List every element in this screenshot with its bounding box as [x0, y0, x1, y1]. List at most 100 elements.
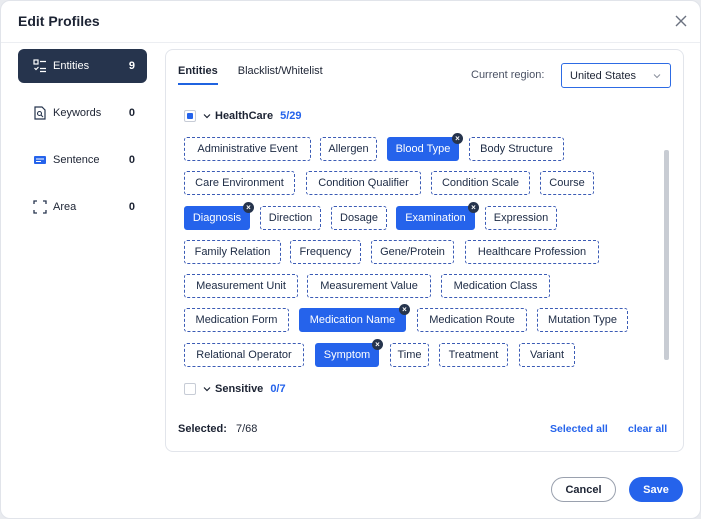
- chip-row: Medication Form Medication Name × Medicat…: [184, 304, 644, 342]
- chip-variant[interactable]: Variant: [519, 342, 575, 367]
- chip-label: Measurement Value: [320, 280, 418, 293]
- group-count: 5/29: [280, 110, 302, 122]
- select-all-link[interactable]: Selected all: [550, 423, 608, 435]
- chip-medication-name[interactable]: Medication Name ×: [299, 304, 410, 333]
- chip-label: Family Relation: [194, 245, 271, 258]
- area-icon: [32, 199, 48, 215]
- chip-measurement-unit[interactable]: Measurement Unit: [184, 274, 298, 299]
- cancel-button[interactable]: Cancel: [551, 477, 616, 502]
- chip-expression[interactable]: Expression: [485, 205, 557, 230]
- chip-frequency[interactable]: Frequency: [290, 239, 361, 264]
- chip-blood-type[interactable]: Blood Type ×: [387, 133, 463, 161]
- chip-label: Direction: [268, 211, 313, 224]
- chip-label: Expression: [493, 211, 549, 224]
- sidebar-item-entities[interactable]: Entities 9: [18, 49, 147, 83]
- clear-all-link[interactable]: clear all: [628, 423, 667, 435]
- remove-icon[interactable]: ×: [452, 133, 463, 144]
- chip-gene-protein[interactable]: Gene/Protein: [371, 239, 454, 264]
- chip-healthcare-profession[interactable]: Healthcare Profession: [465, 239, 599, 264]
- sidebar-item-area[interactable]: Area 0: [18, 190, 147, 224]
- selected-summary: Selected: 7/68: [178, 423, 257, 435]
- chip-label: Condition Scale: [441, 177, 520, 190]
- remove-icon[interactable]: ×: [243, 201, 254, 213]
- chip-treatment[interactable]: Treatment: [439, 342, 508, 367]
- chip-family-relation[interactable]: Family Relation: [184, 239, 281, 264]
- keywords-icon: [32, 105, 48, 121]
- chip-label: Gene/Protein: [380, 245, 445, 258]
- chip-symptom[interactable]: Symptom ×: [315, 338, 383, 367]
- chip-label: Medication Route: [429, 314, 515, 327]
- chip-medication-route[interactable]: Medication Route: [417, 308, 527, 333]
- chip-examination[interactable]: Examination ×: [396, 201, 479, 230]
- chip-course[interactable]: Course: [540, 171, 594, 196]
- chip-condition-scale[interactable]: Condition Scale: [431, 171, 530, 196]
- entities-panel: Entities Blacklist/Whitelist Current reg…: [165, 49, 684, 452]
- chevron-down-icon[interactable]: [202, 384, 212, 394]
- sidebar-item-label: Keywords: [53, 107, 102, 119]
- chip-label: Healthcare Profession: [477, 245, 587, 258]
- close-icon: [675, 15, 687, 27]
- chip-label: Blood Type: [395, 143, 451, 155]
- chip-row: Measurement Unit Measurement Value Medic…: [184, 274, 644, 308]
- chip-label: Administrative Event: [197, 143, 298, 155]
- chip-medication-class[interactable]: Medication Class: [441, 274, 550, 299]
- chevron-down-icon[interactable]: [202, 111, 212, 121]
- tab-entities[interactable]: Entities: [178, 65, 218, 85]
- group-name: Sensitive: [215, 383, 264, 395]
- chip-time[interactable]: Time: [390, 342, 429, 367]
- chip-row: Administrative Event Allergen Blood Type…: [184, 133, 644, 171]
- chip-label: Condition Qualifier: [318, 177, 409, 190]
- sidebar-item-label: Sentence: [53, 154, 100, 166]
- chip-allergen[interactable]: Allergen: [320, 137, 377, 161]
- chip-dosage[interactable]: Dosage: [331, 205, 387, 230]
- region-select[interactable]: United States: [561, 63, 671, 88]
- region-label: Current region:: [471, 69, 545, 81]
- group-count: 0/7: [270, 383, 286, 395]
- group-checkbox[interactable]: [184, 383, 196, 395]
- sidebar-item-label: Entities: [53, 60, 90, 72]
- chip-condition-qualifier[interactable]: Condition Qualifier: [306, 171, 421, 196]
- entities-icon: [32, 58, 48, 74]
- edit-profiles-dialog: Edit Profiles Entities 9 Keywords 0 Sent…: [0, 0, 701, 519]
- chip-measurement-value[interactable]: Measurement Value: [307, 274, 431, 299]
- chip-body-structure[interactable]: Body Structure: [469, 137, 564, 161]
- chip-care-environment[interactable]: Care Environment: [184, 171, 295, 196]
- chip-label: Dosage: [340, 211, 378, 224]
- save-button[interactable]: Save: [629, 477, 683, 502]
- group-checkbox[interactable]: [184, 110, 196, 122]
- sidebar-item-count: 0: [128, 154, 135, 166]
- chip-label: Symptom: [323, 348, 371, 361]
- region-value: United States: [570, 69, 637, 82]
- chip-label: Medication Class: [453, 280, 538, 293]
- entity-chip-list: Administrative Event Allergen Blood Type…: [184, 133, 644, 377]
- chip-mutation-type[interactable]: Mutation Type: [537, 308, 628, 333]
- tab-blacklist-whitelist[interactable]: Blacklist/Whitelist: [238, 65, 323, 85]
- sidebar-item-keywords[interactable]: Keywords 0: [18, 96, 147, 130]
- group-healthcare-header: HealthCare 5/29: [184, 110, 302, 122]
- sidebar-item-label: Area: [53, 201, 77, 213]
- group-name: HealthCare: [215, 110, 274, 122]
- chip-relational-operator[interactable]: Relational Operator: [184, 342, 304, 367]
- chip-row: Relational Operator Symptom × Time Treatm…: [184, 338, 644, 377]
- chip-label: Course: [549, 177, 585, 190]
- chip-administrative-event[interactable]: Administrative Event: [184, 137, 311, 161]
- remove-icon[interactable]: ×: [372, 338, 383, 350]
- remove-icon[interactable]: ×: [399, 304, 410, 316]
- chip-label: Examination: [405, 211, 466, 224]
- scrollbar[interactable]: [664, 150, 669, 360]
- chip-label: Allergen: [328, 143, 369, 155]
- chip-label: Body Structure: [480, 143, 553, 155]
- chip-row: Family Relation Frequency Gene/Protein H…: [184, 239, 644, 274]
- chip-diagnosis[interactable]: Diagnosis ×: [184, 201, 254, 230]
- profile-sidebar: Entities 9 Keywords 0 Sentence 0 Area 0: [18, 49, 147, 237]
- chip-direction[interactable]: Direction: [260, 205, 321, 230]
- chip-label: Time: [397, 348, 422, 361]
- chip-label: Medication Form: [195, 314, 278, 327]
- chip-medication-form[interactable]: Medication Form: [184, 308, 289, 333]
- sidebar-item-sentence[interactable]: Sentence 0: [18, 143, 147, 177]
- chip-label: Relational Operator: [196, 348, 292, 361]
- remove-icon[interactable]: ×: [468, 201, 479, 213]
- chip-label: Variant: [529, 348, 565, 361]
- chip-label: Treatment: [448, 348, 499, 361]
- close-button[interactable]: [670, 10, 692, 32]
